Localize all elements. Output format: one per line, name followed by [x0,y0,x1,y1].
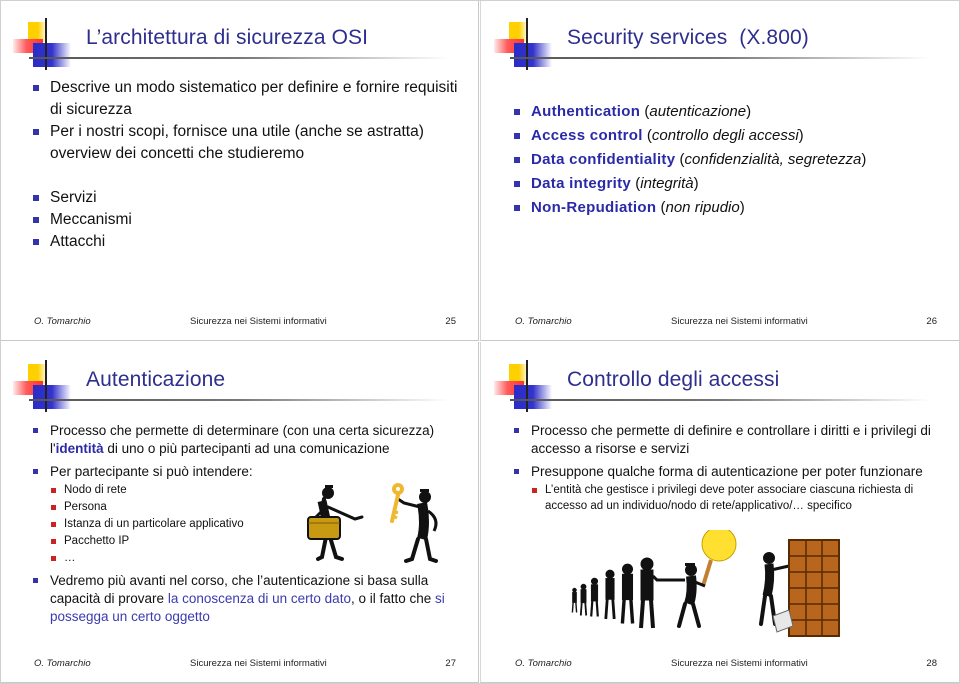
logo-blue-square [33,43,71,67]
slide-title: Autenticazione [86,368,226,391]
logo-blue-square [33,385,71,409]
bullet-text: Per partecipante si può intendere: [50,464,253,479]
service-translation: controllo degli accessi [651,127,799,144]
service-item-authentication: Authentication (autenticazione) [513,100,943,124]
logo-vertical-line [526,18,528,70]
identity-highlight: identità [55,441,104,456]
slide-footer: O. Tomarchio Sicurezza nei Sistemi infor… [0,316,478,330]
slide-logo-icon [12,360,449,412]
bullet-list: Processo che permette di definire e cont… [513,422,933,514]
footer-author: O. Tomarchio [515,658,572,669]
footer-page-number: 28 [926,658,937,669]
bullet-list: Descrive un modo sistematico per definir… [32,77,462,253]
services-list: Authentication (autenticazione) Access c… [513,100,943,220]
logo-vertical-line [45,360,47,412]
person-at-mailbox-shelf-icon [759,539,840,637]
slide-logo-icon [12,18,449,70]
footer-course: Sicurezza nei Sistemi informativi [671,658,808,669]
footer-course: Sicurezza nei Sistemi informativi [190,658,327,669]
logo-vertical-line [45,18,47,70]
service-translation: confidenzialità, segretezza [684,151,862,168]
bullet-item: Presuppone qualche forma di autenticazio… [513,463,933,514]
person-with-suitcase-icon [307,485,364,561]
bullet-item: Attacchi [32,231,462,253]
service-item-access-control: Access control (controllo degli accessi) [513,124,943,148]
bullet-item: Per i nostri scopi, fornisce una utile (… [32,121,462,165]
bullet-text: , o il fatto che [350,591,435,606]
service-term: Data integrity [531,175,632,192]
service-term: Access control [531,127,643,144]
person-with-stop-sign-icon [651,530,737,628]
queue-of-people-icon [571,557,655,629]
service-item-data-integrity: Data integrity (integrità) [513,172,943,196]
footer-author: O. Tomarchio [34,658,91,669]
bullet-text: di uno o più partecipanti ad una comunic… [103,441,390,456]
service-translation: autenticazione [649,103,747,120]
slide-footer: O. Tomarchio Sicurezza nei Sistemi infor… [481,658,959,672]
service-item-non-repudiation: Non-Repudiation (non ripudio) [513,196,943,220]
service-item-data-confidentiality: Data confidentiality (confidenzialità, s… [513,148,943,172]
title-underline [510,399,930,401]
title-underline [29,399,449,401]
slide-logo-icon [493,360,930,412]
bullet-item: Processo che permette di definire e cont… [513,422,933,458]
footer-page-number: 26 [926,316,937,327]
slide-title: Security services (X.800) [567,26,809,49]
sub-bullet-item: L’entità che gestisce i privilegi deve p… [531,482,933,514]
bullet-item: Servizi [32,187,462,209]
sub-bullet-list: L’entità che gestisce i privilegi deve p… [531,482,933,514]
access-control-clipart [571,530,840,637]
title-underline [29,57,449,59]
bullet-item: Vedremo più avanti nel corso, che l’aute… [32,572,452,626]
footer-author: O. Tomarchio [515,316,572,327]
footer-course: Sicurezza nei Sistemi informativi [190,316,327,327]
logo-blue-square [514,385,552,409]
slide-27: Autenticazione Processo che permette di … [0,342,479,683]
footer-page-number: 27 [445,658,456,669]
logo-vertical-line [526,360,528,412]
slide-28: Controllo degli accessi Processo che per… [480,342,959,683]
service-translation: integrità [640,175,694,192]
service-term: Non-Repudiation [531,199,657,216]
footer-author: O. Tomarchio [34,316,91,327]
slide-title: Controllo degli accessi [567,368,780,391]
slide-footer: O. Tomarchio Sicurezza nei Sistemi infor… [0,658,478,672]
bullet-item: Descrive un modo sistematico per definir… [32,77,462,121]
slide-logo-icon [493,18,930,70]
slide-title: L’architettura di sicurezza OSI [86,26,369,49]
footer-page-number: 25 [445,316,456,327]
logo-blue-square [514,43,552,67]
title-underline [510,57,930,59]
slide-footer: O. Tomarchio Sicurezza nei Sistemi infor… [481,316,959,330]
service-term: Authentication [531,103,641,120]
footer-course: Sicurezza nei Sistemi informativi [671,316,808,327]
bullet-item: Meccanismi [32,209,462,231]
person-with-key-icon [390,483,438,563]
bullet-item: Processo che permette di determinare (co… [32,422,452,458]
bullet-text: Presuppone qualche forma di autenticazio… [531,464,923,479]
service-translation: non ripudio [665,199,740,216]
slide-26: Security services (X.800) Authentication… [480,0,959,341]
authentication-clipart [307,483,438,563]
service-term: Data confidentiality [531,151,676,168]
knowledge-highlight: la conoscenza di un certo dato [167,591,351,606]
slide-25: L’architettura di sicurezza OSI Descrive… [0,0,479,341]
